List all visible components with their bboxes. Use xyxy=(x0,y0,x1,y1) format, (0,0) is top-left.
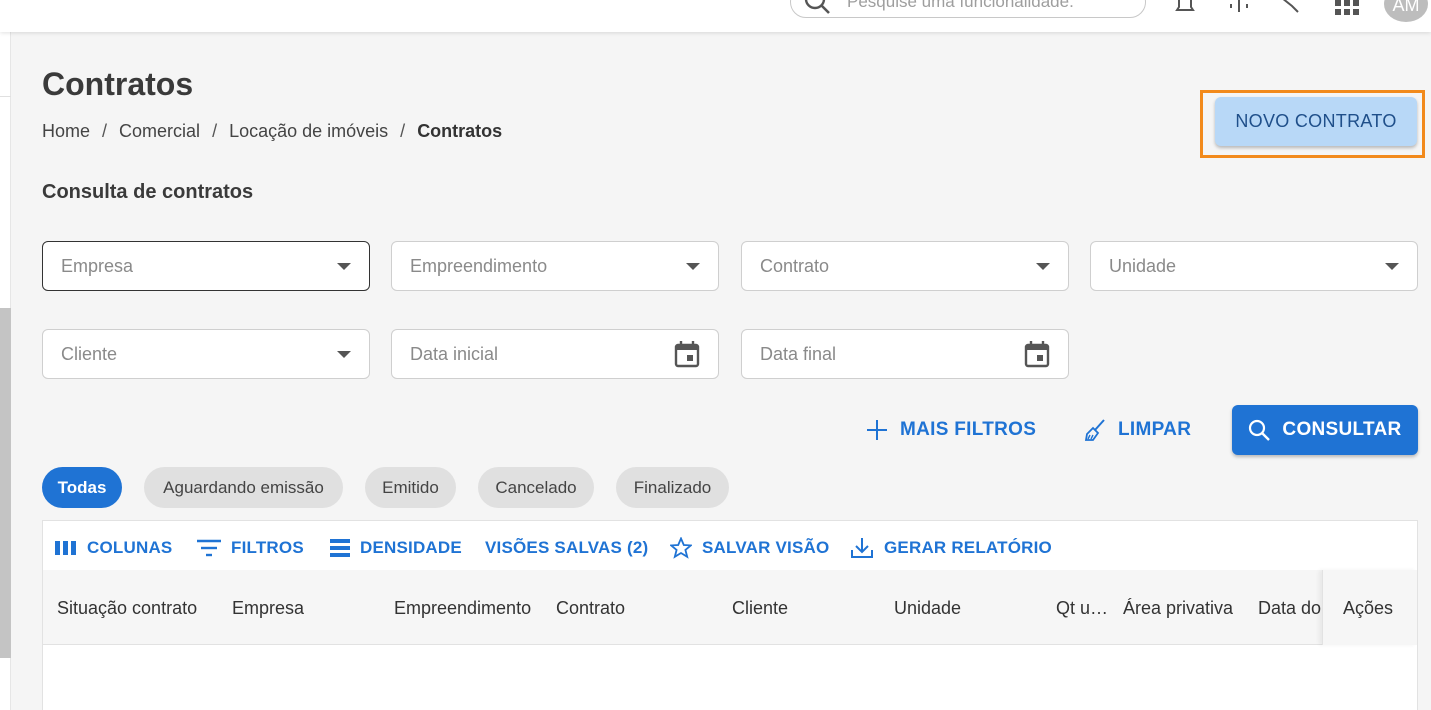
column-header-situacao[interactable]: Situação contrato xyxy=(57,598,197,619)
calendar-icon[interactable] xyxy=(674,340,700,368)
apps-grid-icon[interactable] xyxy=(1334,0,1360,16)
breadcrumb-separator: / xyxy=(400,121,406,141)
saved-views-label: VISÕES SALVAS (2) xyxy=(485,538,649,557)
column-header-area-privativa[interactable]: Área privativa xyxy=(1123,598,1233,619)
columns-icon xyxy=(55,541,76,555)
page-title: Contratos xyxy=(42,66,194,102)
breadcrumb-current: Contratos xyxy=(417,121,503,141)
density-icon xyxy=(330,539,350,557)
unidade-select[interactable]: Unidade xyxy=(1090,241,1418,291)
empresa-label: Empresa xyxy=(61,255,134,276)
chip-todas[interactable]: Todas xyxy=(42,467,122,508)
cliente-select[interactable]: Cliente xyxy=(42,329,370,379)
breadcrumb-comercial[interactable]: Comercial xyxy=(119,121,200,142)
columns-label: COLUNAS xyxy=(87,538,173,557)
star-icon xyxy=(670,537,692,559)
avatar-initials: AM xyxy=(1392,0,1420,15)
filter-icon xyxy=(197,539,221,557)
top-bar: Pesquise uma funcionalidade. AM xyxy=(0,0,1431,32)
actions-column-header: Ações xyxy=(1322,570,1417,645)
chip-finalizado[interactable]: Finalizado xyxy=(616,467,729,508)
filters-button[interactable]: FILTROS xyxy=(197,537,304,559)
columns-button[interactable]: COLUNAS xyxy=(55,537,172,559)
more-filters-label: MAIS FILTROS xyxy=(900,419,1037,440)
chevron-down-icon xyxy=(1385,262,1399,270)
column-header-acoes: Ações xyxy=(1343,598,1394,618)
breadcrumb-separator: / xyxy=(212,121,218,141)
cliente-label: Cliente xyxy=(61,343,118,364)
sidebar-divider xyxy=(0,96,11,97)
consult-label: CONSULTAR xyxy=(1282,419,1402,440)
density-button[interactable]: DENSIDADE xyxy=(330,537,462,559)
broom-icon xyxy=(1084,419,1105,441)
unidade-label: Unidade xyxy=(1109,255,1177,276)
breadcrumb: Home / Comercial / Locação de imóveis / … xyxy=(42,121,502,142)
chip-emitido[interactable]: Emitido xyxy=(365,467,456,508)
data-inicial-label: Data inicial xyxy=(410,343,499,364)
data-final-label: Data final xyxy=(760,343,837,364)
feature-search[interactable]: Pesquise uma funcionalidade. xyxy=(790,0,1146,18)
search-input[interactable]: Pesquise uma funcionalidade. xyxy=(847,0,1074,12)
data-inicial-input[interactable]: Data inicial xyxy=(391,329,719,379)
column-header-qt-unidades[interactable]: Qt u… xyxy=(1056,598,1108,619)
column-header-empresa[interactable]: Empresa xyxy=(232,598,304,619)
download-icon xyxy=(851,538,873,558)
column-header-empreendimento[interactable]: Empreendimento xyxy=(394,598,531,619)
breadcrumb-locacao[interactable]: Locação de imóveis xyxy=(229,121,388,142)
chevron-down-icon xyxy=(1036,262,1050,270)
data-final-input[interactable]: Data final xyxy=(741,329,1069,379)
column-header-contrato[interactable]: Contrato xyxy=(556,598,625,619)
megaphone-icon[interactable] xyxy=(1278,0,1304,16)
empreendimento-label: Empreendimento xyxy=(410,255,548,276)
more-filters-button[interactable]: MAIS FILTROS xyxy=(866,405,1036,455)
clear-label: LIMPAR xyxy=(1118,419,1192,440)
user-avatar[interactable]: AM xyxy=(1384,0,1428,22)
breadcrumb-home[interactable]: Home xyxy=(42,121,90,142)
chevron-down-icon xyxy=(337,262,351,270)
chip-cancelado[interactable]: Cancelado xyxy=(478,467,594,508)
search-icon xyxy=(1249,419,1271,441)
save-view-label: SALVAR VISÃO xyxy=(702,538,830,557)
chip-aguardando-emissao[interactable]: Aguardando emissão xyxy=(144,467,343,508)
saved-views-button[interactable]: VISÕES SALVAS (2) xyxy=(485,537,648,559)
contrato-select[interactable]: Contrato xyxy=(741,241,1069,291)
clear-button[interactable]: LIMPAR xyxy=(1084,405,1191,455)
bell-icon[interactable] xyxy=(1172,0,1198,16)
contrato-label: Contrato xyxy=(760,255,830,276)
chevron-down-icon xyxy=(686,262,700,270)
column-header-data[interactable]: Data do xyxy=(1258,598,1322,619)
contracts-grid: COLUNAS FILTROS DENSIDADE VISÕES SALVAS … xyxy=(42,520,1418,710)
new-contract-button[interactable]: NOVO CONTRATO xyxy=(1215,97,1417,146)
search-icon xyxy=(804,0,830,14)
column-header-cliente[interactable]: Cliente xyxy=(732,598,788,619)
support-icon[interactable] xyxy=(1226,0,1252,16)
sidebar-scrollbar[interactable] xyxy=(0,308,11,658)
column-header-unidade[interactable]: Unidade xyxy=(894,598,961,619)
density-label: DENSIDADE xyxy=(360,538,462,557)
section-title: Consulta de contratos xyxy=(42,181,254,203)
save-view-button[interactable]: SALVAR VISÃO xyxy=(670,537,829,559)
generate-report-label: GERAR RELATÓRIO xyxy=(884,538,1052,557)
filters-label: FILTROS xyxy=(231,538,304,557)
chevron-down-icon xyxy=(337,350,351,358)
grid-header-row: Situação contrato Empresa Empreendimento… xyxy=(43,570,1417,645)
generate-report-button[interactable]: GERAR RELATÓRIO xyxy=(850,537,1052,559)
empreendimento-select[interactable]: Empreendimento xyxy=(391,241,719,291)
empresa-select[interactable]: Empresa xyxy=(42,241,370,291)
plus-icon xyxy=(867,420,887,440)
calendar-icon[interactable] xyxy=(1024,340,1050,368)
consult-button[interactable]: CONSULTAR xyxy=(1232,405,1418,455)
breadcrumb-separator: / xyxy=(102,121,108,141)
